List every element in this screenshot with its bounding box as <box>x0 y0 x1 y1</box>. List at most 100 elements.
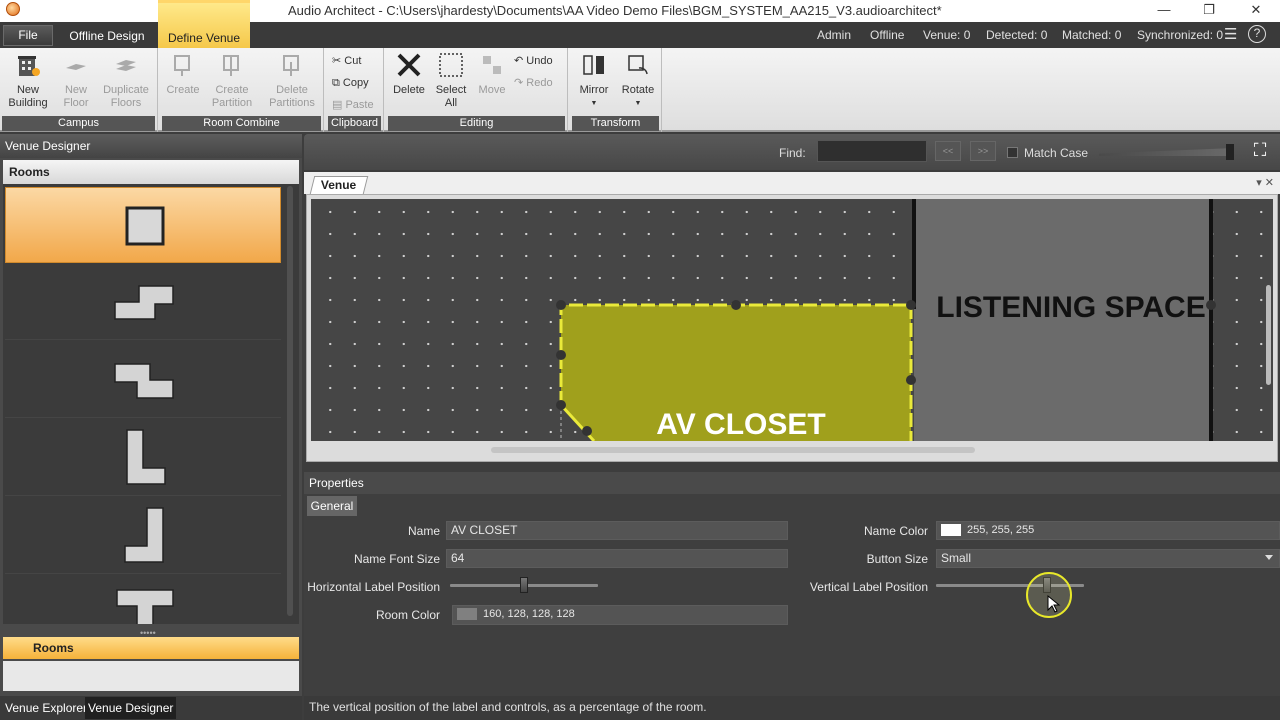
vertex-handle[interactable] <box>906 300 916 310</box>
status-bar: The vertical position of the label and c… <box>304 696 1280 720</box>
find-label: Find: <box>779 146 806 160</box>
cut-button[interactable]: ✂ Cut <box>332 52 361 70</box>
tab-venue-explorer[interactable]: Venue Explorer <box>2 697 90 719</box>
create-button[interactable]: Create <box>164 52 202 97</box>
j-room-icon <box>124 507 164 563</box>
delete-partitions-button[interactable]: Delete Partitions <box>264 52 320 110</box>
tab-venue-designer[interactable]: Venue Designer <box>85 697 177 719</box>
tab-controls: ▾ ✕ <box>1256 176 1274 189</box>
mirror-icon <box>583 55 604 75</box>
tab-venue[interactable]: Venue <box>309 176 369 194</box>
font-size-input[interactable]: 64 <box>446 549 788 568</box>
venue-canvas[interactable]: AV CLOSET LISTENING SPACE <box>311 199 1273 441</box>
room-shape-j[interactable] <box>5 498 281 574</box>
left-bottom-tabs: Venue Explorer Venue Designer <box>0 696 302 720</box>
new-floor-button[interactable]: New Floor <box>56 52 96 110</box>
ribbon-group-transform: Mirror ▼ Rotate ▼ Transform <box>570 48 662 132</box>
paste-button[interactable]: ▤ Paste <box>332 96 374 114</box>
close-button[interactable]: ✕ <box>1246 2 1266 20</box>
select-all-button[interactable]: Select All <box>432 52 470 110</box>
canvas-vertical-scrollbar[interactable] <box>1266 285 1271 385</box>
room-shape-t[interactable] <box>5 576 281 624</box>
ribbon-group-campus: New Building New Floor Duplicate Floors … <box>0 48 158 132</box>
match-case-checkbox[interactable] <box>1007 147 1018 158</box>
maximize-button[interactable]: ❐ <box>1199 2 1219 20</box>
rooms-header: Rooms <box>3 160 299 184</box>
find-input[interactable] <box>817 140 927 162</box>
name-label: Name <box>407 524 440 538</box>
vertex-handle[interactable] <box>556 300 566 310</box>
listening-space-label: LISTENING SPACE <box>936 291 1205 324</box>
duplicate-floors-button[interactable]: Duplicate Floors <box>98 52 154 110</box>
button-size-dropdown[interactable]: Small <box>936 549 1280 568</box>
chevron-down-icon <box>1265 555 1273 560</box>
name-input[interactable]: AV CLOSET <box>446 521 788 540</box>
vertex-handle[interactable] <box>731 300 741 310</box>
canvas-horizontal-scrollbar[interactable] <box>491 447 975 453</box>
name-color-swatch <box>941 524 961 537</box>
tab-define-venue[interactable]: Define Venue <box>158 0 250 48</box>
copy-button[interactable]: ⧉ Copy <box>332 74 369 92</box>
create-partition-label: Create Partition <box>211 84 253 109</box>
fit-to-screen-icon[interactable]: ⛶ <box>1248 140 1272 164</box>
file-menu[interactable]: File <box>3 25 53 46</box>
room-shape-square[interactable] <box>5 187 281 263</box>
room-shape-s[interactable] <box>5 342 281 418</box>
transform-group-label: Transform <box>572 116 659 131</box>
create-partition-button[interactable]: Create Partition <box>206 52 258 110</box>
tab-close-icon[interactable]: ✕ <box>1265 177 1274 189</box>
rotate-icon <box>628 55 648 75</box>
square-room-icon <box>125 206 165 246</box>
vertex-handle[interactable] <box>582 426 592 436</box>
find-prev-button[interactable]: << <box>935 141 961 161</box>
undo-button[interactable]: ↶ Undo <box>514 52 553 70</box>
delete-partitions-label: Delete Partitions <box>269 84 315 109</box>
delete-label: Delete <box>393 84 425 96</box>
rooms-section-bar[interactable]: Rooms <box>3 637 299 659</box>
ribbon-group-clipboard: ✂ Cut ⧉ Copy ▤ Paste Clipboard <box>326 48 384 132</box>
venue-drawing: AV CLOSET LISTENING SPACE <box>556 199 1216 441</box>
cut-label: Cut <box>344 55 362 67</box>
document-tab-bar: Venue ▾ ✕ <box>304 172 1280 194</box>
name-color-label: Name Color <box>863 524 928 538</box>
new-building-button[interactable]: New Building <box>4 52 52 110</box>
room-shape-l[interactable] <box>5 420 281 496</box>
room-shape-list <box>3 184 299 624</box>
venue-canvas-frame: AV CLOSET LISTENING SPACE <box>306 194 1278 462</box>
minimize-button[interactable]: — <box>1154 2 1174 20</box>
tab-venue-label: Venue <box>321 178 357 192</box>
app-logo-icon <box>6 2 20 16</box>
ribbon: New Building New Floor Duplicate Floors … <box>0 48 1280 132</box>
t-room-icon <box>116 589 174 624</box>
create-label: Create <box>166 84 200 96</box>
room-list-scrollbar[interactable] <box>287 186 293 616</box>
name-color-value: 255, 255, 255 <box>967 524 1035 536</box>
rotate-button[interactable]: Rotate ▼ <box>618 52 658 110</box>
move-button[interactable]: Move <box>474 52 510 97</box>
find-next-button[interactable]: >> <box>970 141 996 161</box>
vertex-handle[interactable] <box>906 375 916 385</box>
vertex-handle[interactable] <box>556 400 566 410</box>
redo-button[interactable]: ↷ Redo <box>514 74 553 92</box>
tab-offline-design[interactable]: Offline Design <box>62 22 152 48</box>
create-room-icon <box>174 55 190 76</box>
editing-group-label: Editing <box>388 116 565 131</box>
vertex-handle[interactable] <box>1206 300 1216 310</box>
list-icon[interactable]: ☰ <box>1224 22 1237 48</box>
name-color-picker[interactable]: 255, 255, 255 <box>936 521 1280 540</box>
vertex-handle[interactable] <box>556 350 566 360</box>
zoom-slider-thumb[interactable] <box>1226 144 1234 160</box>
zoom-slider[interactable] <box>1099 148 1234 156</box>
mirror-button[interactable]: Mirror ▼ <box>574 52 614 110</box>
s-room-icon <box>114 363 174 399</box>
scissors-icon: ✂ <box>332 55 342 67</box>
tab-general[interactable]: General <box>307 496 357 516</box>
room-shape-z[interactable] <box>5 264 281 340</box>
tab-dropdown-icon[interactable]: ▾ <box>1256 177 1262 189</box>
room-color-picker[interactable]: 160, 128, 128, 128 <box>452 605 788 625</box>
horizontal-label-slider-thumb[interactable] <box>520 577 528 593</box>
panel-title: Venue Designer <box>0 134 302 158</box>
help-icon[interactable]: ? <box>1248 25 1266 43</box>
delete-button[interactable]: Delete <box>390 52 428 97</box>
copy-label: Copy <box>342 77 369 89</box>
